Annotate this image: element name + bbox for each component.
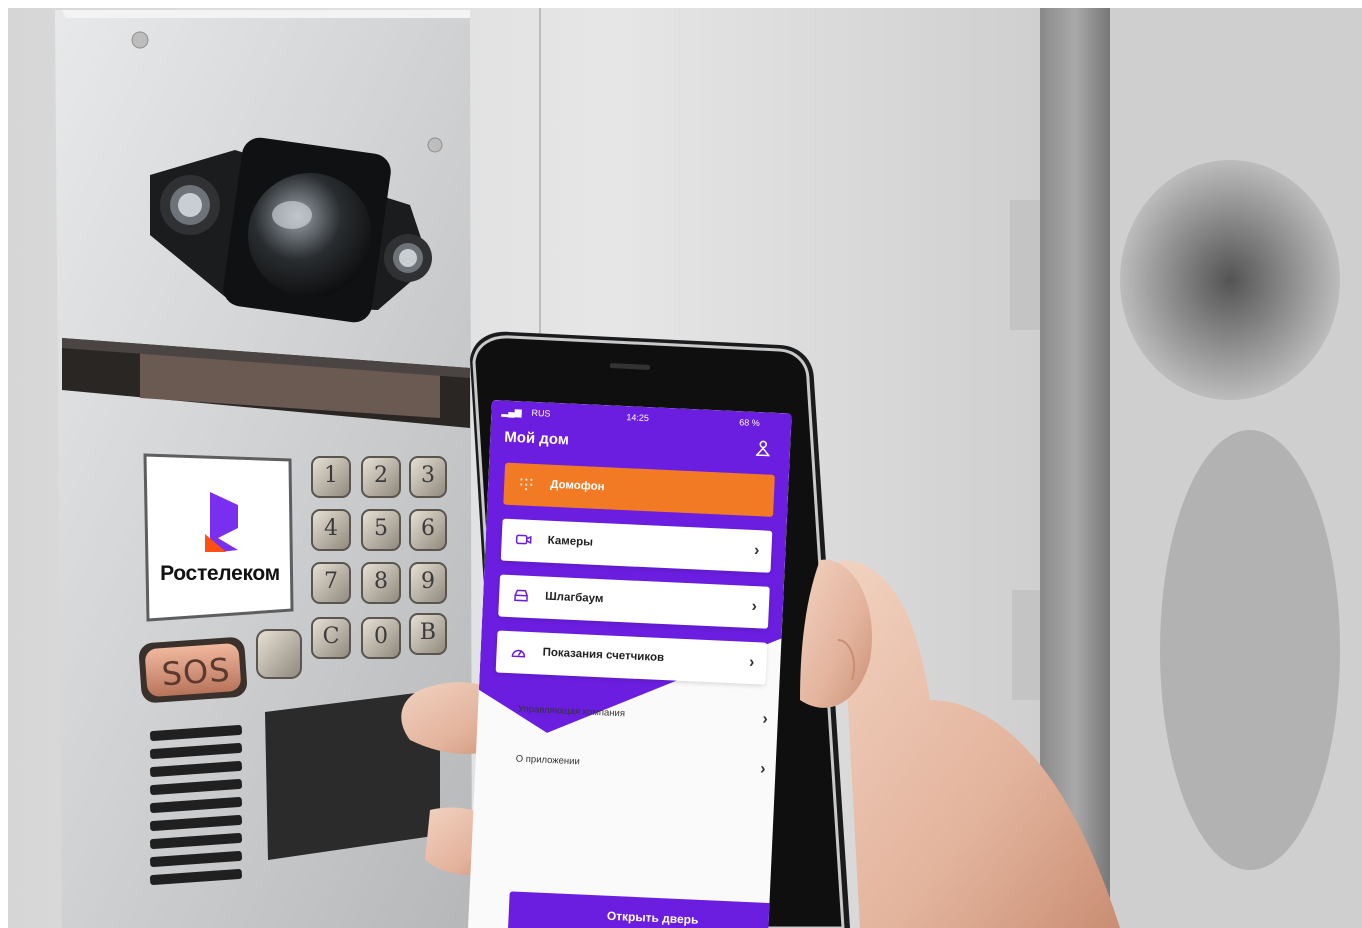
keypad-key: 7 [324, 569, 338, 594]
keypad-key: C [322, 624, 340, 649]
car-icon [514, 589, 528, 602]
photo-scene: Ростелеком 1 2 3 4 5 6 7 8 9 C 0 B SOS ▂… [0, 0, 1362, 928]
menu-item-label: Управляющая компания [517, 703, 626, 720]
camera-icon [515, 534, 532, 545]
menu-item-label: О приложении [515, 753, 581, 768]
keypad-key: 0 [374, 624, 388, 649]
keypad-key: 2 [374, 463, 388, 488]
keypad-key: 9 [421, 569, 435, 594]
menu-item-label: Шлагбаум [544, 590, 604, 606]
sos-button-label: SOS [160, 650, 232, 694]
open-door-button[interactable]: Открыть дверь [507, 891, 792, 928]
chevron-right-icon: › [751, 597, 758, 616]
keypad-key: 8 [374, 569, 388, 594]
battery-label: 68 % [739, 417, 760, 429]
chevron-right-icon: › [748, 653, 755, 672]
signal-icon: ▂▄▆ [501, 406, 522, 418]
keypad-key: 3 [421, 463, 435, 488]
chevron-right-icon: › [753, 542, 760, 560]
keypad-key: 1 [324, 463, 338, 488]
menu-item-label: Камеры [547, 534, 594, 549]
keypad-key: 4 [324, 516, 338, 541]
gauge-icon [511, 649, 526, 658]
keypad-key: 5 [374, 516, 388, 541]
brand-logo-text: Ростелеком [160, 562, 280, 585]
chevron-right-icon: › [759, 760, 766, 778]
menu-item-label: Показания счетчиков [542, 646, 665, 665]
menu-item-label: Домофон [549, 478, 605, 494]
user-icon[interactable] [755, 440, 771, 457]
chevron-right-icon: › [762, 710, 769, 728]
keypad-key: 6 [421, 516, 435, 541]
carrier-label: RUS [531, 407, 551, 419]
status-time: 14:25 [626, 412, 650, 424]
keypad-key: B [419, 620, 437, 645]
page-title: Мой дом [503, 428, 570, 449]
keypad-icon [520, 478, 533, 491]
phone-screen: ▂▄▆ RUS 14:25 68 % Мой дом Домофон Камер… [467, 400, 792, 928]
